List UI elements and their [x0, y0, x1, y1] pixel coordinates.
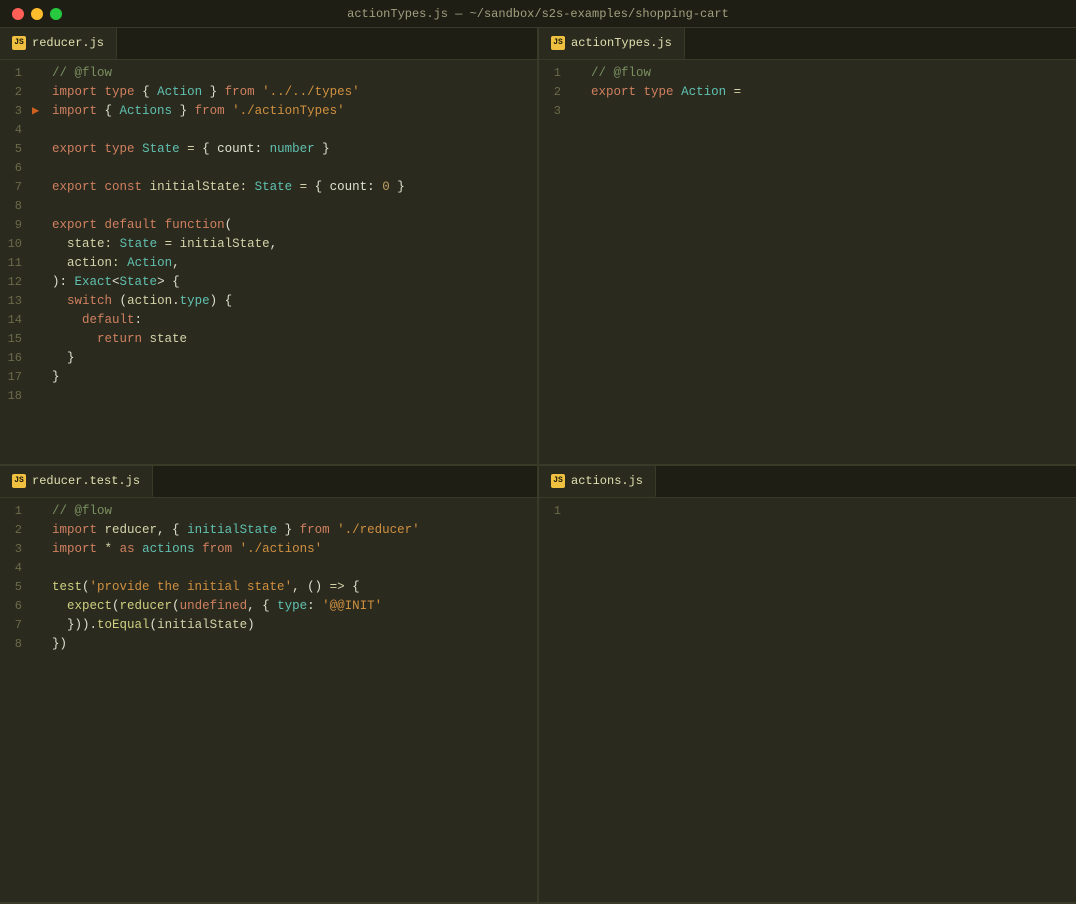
js-icon: JS [12, 474, 26, 488]
titlebar: actionTypes.js — ~/sandbox/s2s-examples/… [0, 0, 1076, 28]
code-line: 15 return state [0, 330, 537, 349]
tab-label: reducer.js [32, 36, 104, 50]
code-line: 9 export default function( [0, 216, 537, 235]
code-line: 7 export const initialState: State = { c… [0, 178, 537, 197]
code-line: 1 [539, 502, 1076, 521]
code-line: 13 switch (action.type) { [0, 292, 537, 311]
code-line: 5 test('provide the initial state', () =… [0, 578, 537, 597]
code-line: 6 expect(reducer(undefined, { type: '@@I… [0, 597, 537, 616]
code-line: 1 // @flow [539, 64, 1076, 83]
code-line: 11 action: Action, [0, 254, 537, 273]
editor-area: JS reducer.js 1 // @flow 2 import type {… [0, 28, 1076, 904]
code-area-bottom-left[interactable]: 1 // @flow 2 import reducer, { initialSt… [0, 498, 537, 902]
code-line: 3 [539, 102, 1076, 121]
code-line: 14 default: [0, 311, 537, 330]
tab-label: actions.js [571, 474, 643, 488]
tab-bar-bottom-left: JS reducer.test.js [0, 466, 537, 498]
code-line: 8 }) [0, 635, 537, 654]
top-pane-row: JS reducer.js 1 // @flow 2 import type {… [0, 28, 1076, 466]
js-icon: JS [12, 36, 26, 50]
code-line: 8 [0, 197, 537, 216]
tab-reducer-test-js[interactable]: JS reducer.test.js [0, 466, 153, 497]
code-line: 3 ▶ import { Actions } from './actionTyp… [0, 102, 537, 121]
js-icon: JS [551, 474, 565, 488]
code-line: 2 export type Action = [539, 83, 1076, 102]
code-line: 2 import reducer, { initialState } from … [0, 521, 537, 540]
code-line: 6 [0, 159, 537, 178]
code-line: 16 } [0, 349, 537, 368]
maximize-button[interactable] [50, 8, 62, 20]
code-area-top-right[interactable]: 1 // @flow 2 export type Action = 3 [539, 60, 1076, 464]
code-line: 1 // @flow [0, 502, 537, 521]
tab-actiontypes-js[interactable]: JS actionTypes.js [539, 28, 685, 59]
pane-top-right: JS actionTypes.js 1 // @flow 2 export ty… [539, 28, 1076, 464]
tab-bar-top-left: JS reducer.js [0, 28, 537, 60]
code-area-bottom-right[interactable]: 1 [539, 498, 1076, 902]
tab-bar-top-right: JS actionTypes.js [539, 28, 1076, 60]
close-button[interactable] [12, 8, 24, 20]
code-area-top-left[interactable]: 1 // @flow 2 import type { Action } from… [0, 60, 537, 464]
code-line: 4 [0, 121, 537, 140]
pane-top-left: JS reducer.js 1 // @flow 2 import type {… [0, 28, 539, 464]
minimize-button[interactable] [31, 8, 43, 20]
tab-label: actionTypes.js [571, 36, 672, 50]
window-title: actionTypes.js — ~/sandbox/s2s-examples/… [347, 7, 729, 21]
window-controls[interactable] [12, 8, 62, 20]
code-line: 2 import type { Action } from '../../typ… [0, 83, 537, 102]
pane-bottom-left: JS reducer.test.js 1 // @flow 2 import r… [0, 466, 539, 902]
code-line: 17 } [0, 368, 537, 387]
code-line: 10 state: State = initialState, [0, 235, 537, 254]
code-line: 18 [0, 387, 537, 406]
code-line: 3 import * as actions from './actions' [0, 540, 537, 559]
bottom-pane-row: JS reducer.test.js 1 // @flow 2 import r… [0, 466, 1076, 904]
code-line: 12 ): Exact<State> { [0, 273, 537, 292]
tab-bar-bottom-right: JS actions.js [539, 466, 1076, 498]
code-line: 1 // @flow [0, 64, 537, 83]
tab-actions-js[interactable]: JS actions.js [539, 466, 656, 497]
pane-bottom-right: JS actions.js 1 [539, 466, 1076, 902]
tab-label: reducer.test.js [32, 474, 140, 488]
tab-reducer-js[interactable]: JS reducer.js [0, 28, 117, 59]
code-line: 7 })).toEqual(initialState) [0, 616, 537, 635]
code-line: 4 [0, 559, 537, 578]
js-icon: JS [551, 36, 565, 50]
code-line: 5 export type State = { count: number } [0, 140, 537, 159]
